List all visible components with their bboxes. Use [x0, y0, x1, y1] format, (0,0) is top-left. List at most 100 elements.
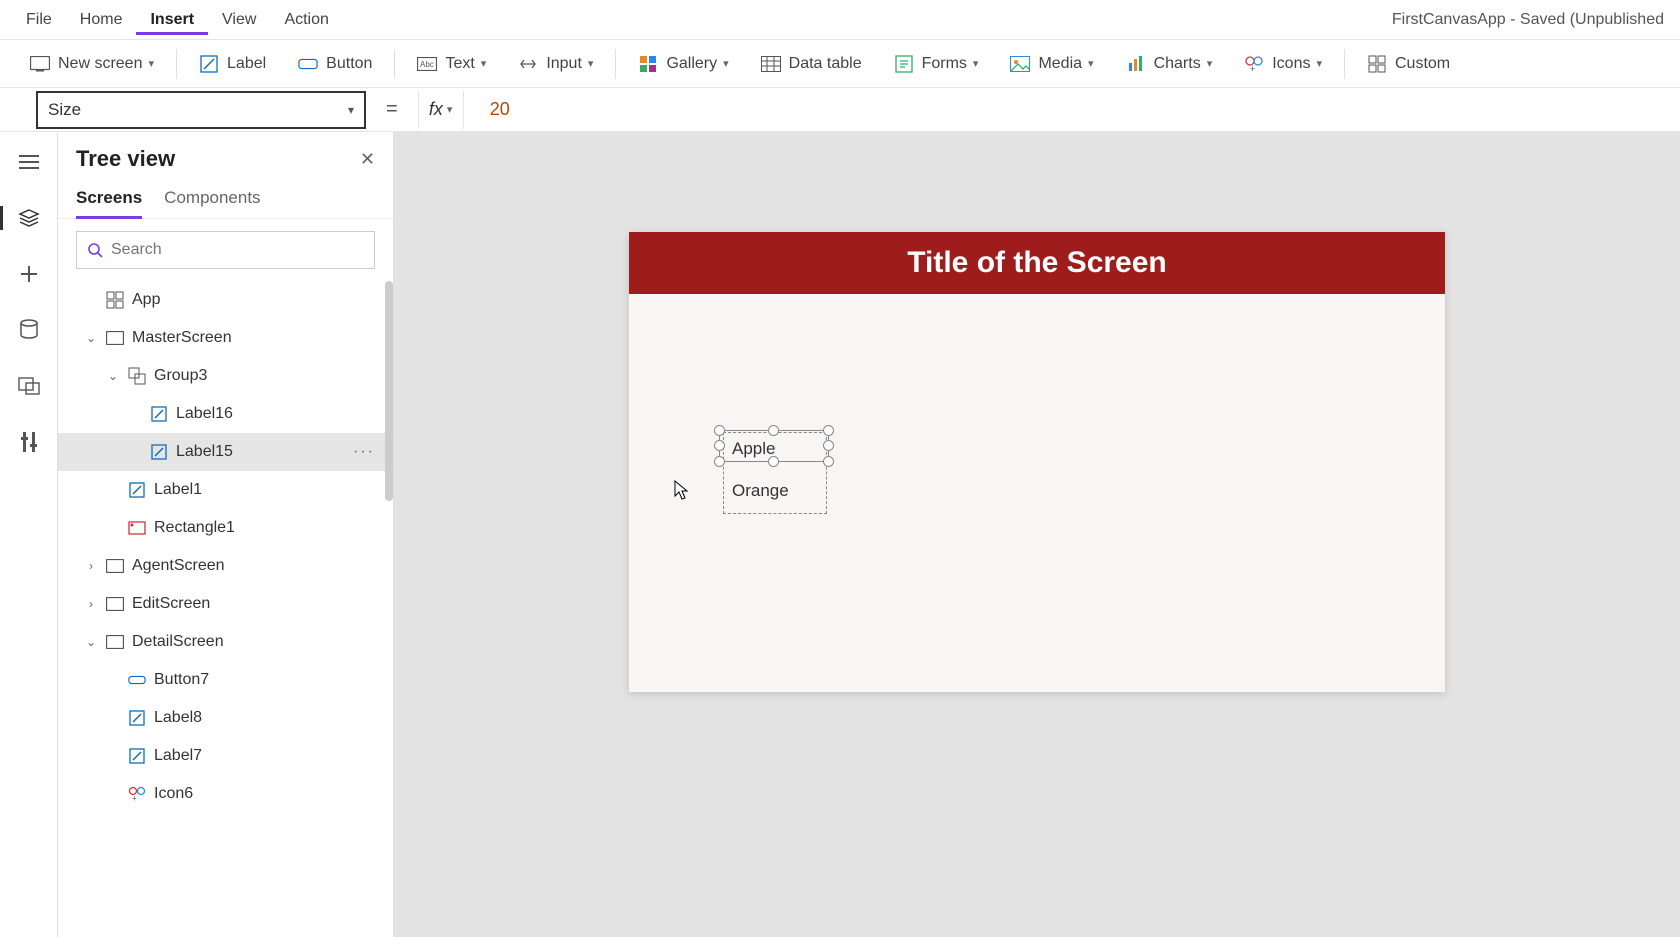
input-button[interactable]: Input ▾ — [504, 49, 607, 79]
chevron-down-icon[interactable]: ⌄ — [84, 331, 98, 345]
resize-handle-bc[interactable] — [768, 456, 779, 467]
resize-handle-tl[interactable] — [714, 425, 725, 436]
media-rail-icon[interactable] — [15, 372, 43, 400]
tree-view-icon[interactable] — [15, 204, 43, 232]
button-button[interactable]: Button — [284, 49, 386, 79]
selection-handles[interactable] — [719, 430, 829, 462]
hamburger-icon[interactable] — [15, 148, 43, 176]
new-screen-label: New screen — [58, 55, 142, 73]
tree-tabs: Screens Components — [58, 182, 393, 219]
media-button[interactable]: Media ▾ — [996, 49, 1107, 79]
chevron-down-icon: ▾ — [148, 57, 154, 70]
label-icon — [199, 54, 219, 74]
tree-node-masterscreen[interactable]: ⌄MasterScreen — [58, 319, 393, 357]
tree-node-label7[interactable]: Label7 — [58, 737, 393, 775]
menu-file[interactable]: File — [12, 5, 66, 35]
formula-input[interactable]: 20 — [478, 91, 1644, 129]
iconctl-icon: + — [128, 785, 146, 803]
tree-node-label: Label1 — [154, 481, 381, 499]
tree-node-label1[interactable]: Label1 — [58, 471, 393, 509]
fx-button[interactable]: fx▾ — [418, 91, 464, 129]
menu-home[interactable]: Home — [66, 5, 137, 35]
tree-node-detailscreen[interactable]: ⌄DetailScreen — [58, 623, 393, 661]
menu-view[interactable]: View — [208, 5, 270, 35]
resize-handle-br[interactable] — [823, 456, 834, 467]
resize-handle-mr[interactable] — [823, 440, 834, 451]
label-button[interactable]: Label — [185, 49, 280, 79]
charts-icon — [1126, 54, 1146, 74]
tab-components[interactable]: Components — [164, 182, 260, 218]
tree-node-label16[interactable]: Label16 — [58, 395, 393, 433]
gallery-button[interactable]: Gallery ▾ — [624, 49, 742, 79]
tree-node-label: Label7 — [154, 747, 381, 765]
screen-icon — [106, 329, 124, 347]
chevron-down-icon: ▾ — [1316, 57, 1322, 70]
resize-handle-tc[interactable] — [768, 425, 779, 436]
tree-node-rectangle1[interactable]: Rectangle1 — [58, 509, 393, 547]
screen-title-bar[interactable]: Title of the Screen — [629, 232, 1445, 294]
group-icon — [128, 367, 146, 385]
data-icon[interactable] — [15, 316, 43, 344]
chevron-down-icon: ▾ — [447, 103, 453, 116]
forms-button[interactable]: Forms ▾ — [880, 49, 993, 79]
tree-node-label15[interactable]: Label15··· — [58, 433, 393, 471]
text-button[interactable]: Abc Text ▾ — [403, 49, 500, 79]
chevron-right-icon[interactable]: › — [84, 559, 98, 573]
icons-button[interactable]: + Icons ▾ — [1230, 49, 1336, 79]
tab-screens[interactable]: Screens — [76, 182, 142, 219]
tree-node-editscreen[interactable]: › EditScreen — [58, 585, 393, 623]
label16-control[interactable]: Orange — [732, 481, 789, 501]
chevron-down-icon[interactable]: ⌄ — [84, 635, 98, 649]
custom-button[interactable]: Custom — [1353, 49, 1464, 79]
property-value: Size — [48, 100, 81, 120]
chevron-down-icon[interactable]: ⌄ — [106, 369, 120, 383]
tree-node-agentscreen[interactable]: ›AgentScreen — [58, 547, 393, 585]
scrollbar[interactable] — [385, 281, 393, 501]
tree-header: Tree view ✕ — [58, 132, 393, 182]
separator — [1344, 49, 1345, 79]
resize-handle-ml[interactable] — [714, 440, 725, 451]
chevron-right-icon[interactable]: › — [84, 597, 98, 611]
forms-label: Forms — [922, 55, 967, 73]
tree-node-label8[interactable]: Label8 — [58, 699, 393, 737]
tree-node-button7[interactable]: Button7 — [58, 661, 393, 699]
chevron-down-icon: ▾ — [723, 57, 729, 70]
search-input[interactable] — [111, 241, 364, 259]
tree-node-label: Group3 — [154, 367, 381, 385]
icons-icon: + — [1244, 54, 1264, 74]
more-options-icon[interactable]: ··· — [353, 443, 381, 461]
canvas-area[interactable]: Title of the Screen Apple Orange — [394, 132, 1680, 937]
resize-handle-bl[interactable] — [714, 456, 725, 467]
screen-icon — [106, 633, 124, 651]
screen-icon — [106, 557, 124, 575]
text-icon: Abc — [417, 54, 437, 74]
close-icon[interactable]: ✕ — [360, 149, 375, 170]
insert-icon[interactable] — [15, 260, 43, 288]
tree-node-app[interactable]: App — [58, 281, 393, 319]
charts-label: Charts — [1154, 55, 1201, 73]
screen-canvas[interactable]: Title of the Screen Apple Orange — [629, 232, 1445, 692]
menu-insert[interactable]: Insert — [136, 5, 208, 35]
separator — [176, 49, 177, 79]
svg-text:+: + — [1250, 64, 1255, 73]
custom-label: Custom — [1395, 55, 1450, 73]
advanced-tools-icon[interactable] — [15, 428, 43, 456]
media-icon — [1010, 54, 1030, 74]
cursor-icon — [674, 480, 688, 500]
chevron-down-icon: ▾ — [1088, 57, 1094, 70]
tree-node-group3[interactable]: ⌄ Group3 — [58, 357, 393, 395]
chevron-down-icon: ▾ — [348, 103, 354, 117]
resize-handle-tr[interactable] — [823, 425, 834, 436]
tree-node-icon6[interactable]: +Icon6 — [58, 775, 393, 813]
menu-action[interactable]: Action — [270, 5, 342, 35]
menu-bar-left: File Home Insert View Action — [12, 5, 343, 35]
charts-button[interactable]: Charts ▾ — [1112, 49, 1227, 79]
tree-node-label: App — [132, 291, 381, 309]
insert-ribbon: New screen ▾ Label Button Abc Text ▾ Inp… — [0, 40, 1680, 88]
data-table-button[interactable]: Data table — [747, 49, 876, 79]
new-screen-button[interactable]: New screen ▾ — [16, 49, 168, 79]
property-selector[interactable]: Size ▾ — [36, 91, 366, 129]
tree-node-label: Rectangle1 — [154, 519, 381, 537]
tree-node-label: EditScreen — [132, 595, 381, 613]
search-box[interactable] — [76, 231, 375, 269]
